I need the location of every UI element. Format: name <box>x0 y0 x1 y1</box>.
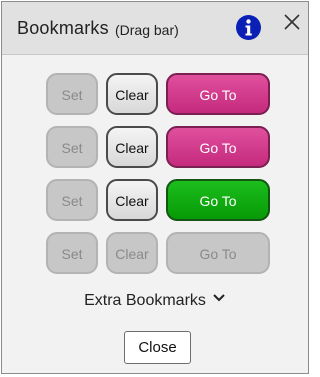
info-icon[interactable] <box>236 15 261 40</box>
drag-bar[interactable]: Bookmarks (Drag bar) <box>2 2 308 55</box>
clear-button[interactable]: Clear <box>106 73 158 115</box>
clear-button[interactable]: Clear <box>106 126 158 168</box>
set-button[interactable]: Set <box>46 232 98 274</box>
goto-button[interactable]: Go To <box>166 73 270 115</box>
set-button[interactable]: Set <box>46 126 98 168</box>
goto-button[interactable]: Go To <box>166 232 270 274</box>
drag-bar-hint: (Drag bar) <box>115 22 179 38</box>
bookmark-row-2: Set Clear Go To <box>46 126 272 168</box>
extra-bookmarks-label: Extra Bookmarks <box>84 292 206 309</box>
close-icon[interactable] <box>282 12 302 32</box>
clear-button[interactable]: Clear <box>106 179 158 221</box>
bookmarks-panel: Bookmarks (Drag bar) Set Clear Go To Set… <box>1 1 309 374</box>
goto-button[interactable]: Go To <box>166 126 270 168</box>
bookmark-row-4: Set Clear Go To <box>46 232 272 274</box>
close-button[interactable]: Close <box>124 331 191 364</box>
set-button[interactable]: Set <box>46 179 98 221</box>
chevron-down-icon <box>212 290 226 308</box>
bookmark-row-3: Set Clear Go To <box>46 179 272 221</box>
bookmark-row-1: Set Clear Go To <box>46 73 272 115</box>
extra-bookmarks-toggle[interactable]: Extra Bookmarks <box>2 292 308 310</box>
set-button[interactable]: Set <box>46 73 98 115</box>
clear-button[interactable]: Clear <box>106 232 158 274</box>
goto-button[interactable]: Go To <box>166 179 270 221</box>
panel-title: Bookmarks <box>17 18 109 38</box>
